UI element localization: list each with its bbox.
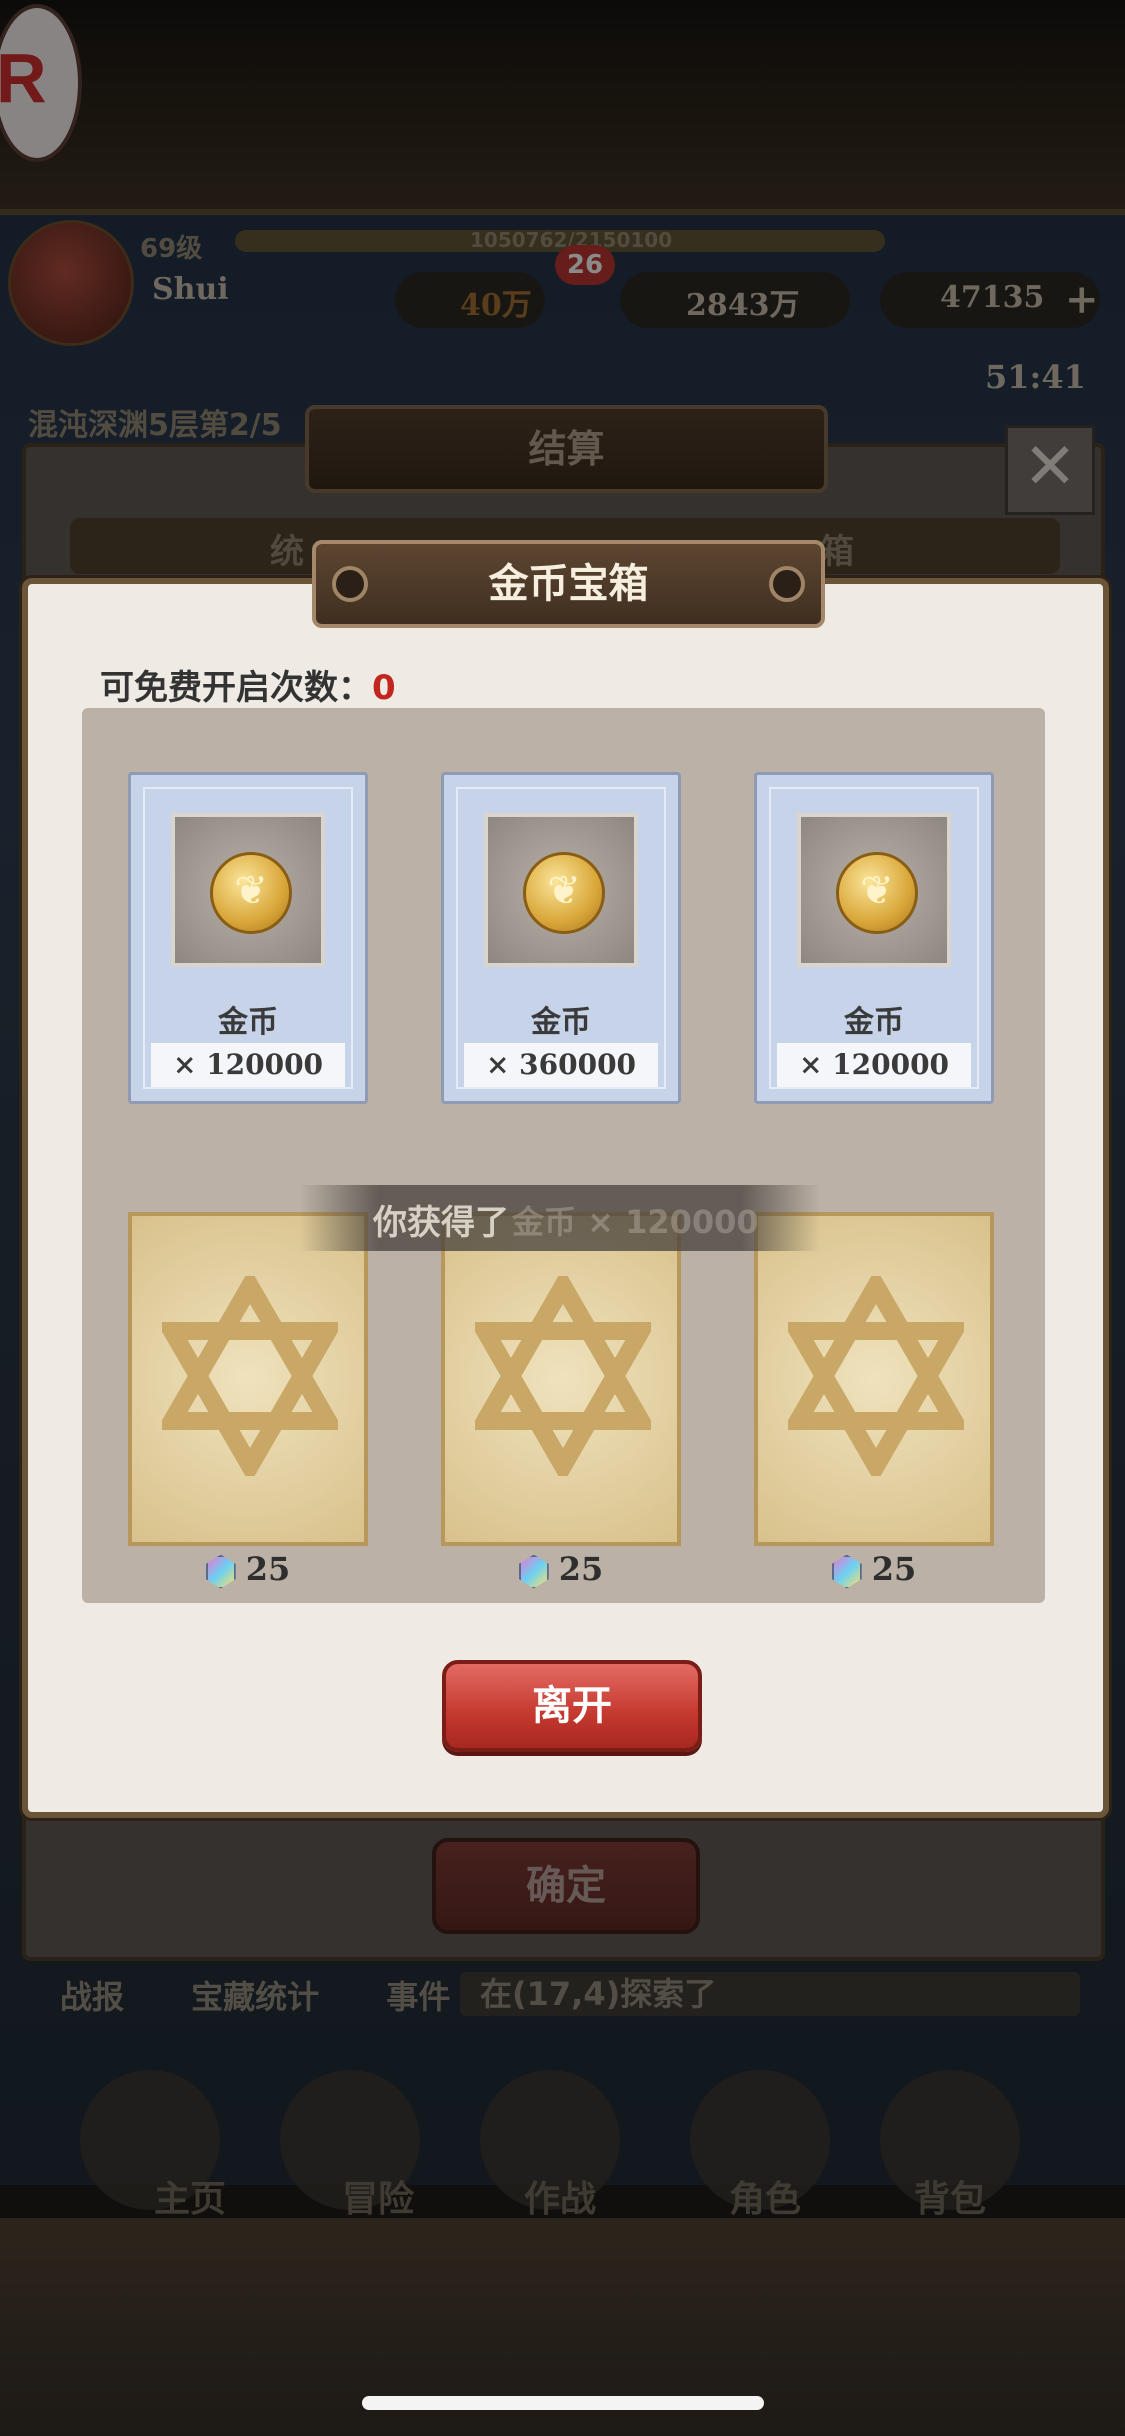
toast-text: 你获得了 xyxy=(373,1203,509,1243)
hexagram-icon xyxy=(162,1276,338,1476)
toast-faded-text: 金币 × 120000 xyxy=(512,1203,759,1241)
reward-card: ❦ 金币 × 120000 xyxy=(754,772,994,1104)
home-indicator[interactable] xyxy=(362,2396,764,2410)
open-price: 25 xyxy=(441,1550,681,1589)
hexagram-icon xyxy=(475,1276,651,1476)
gold-coin-icon: ❦ xyxy=(797,813,951,967)
price-value: 25 xyxy=(558,1550,604,1588)
reward-qty: × 120000 xyxy=(151,1043,345,1087)
free-open-count: 可免费开启次数：0 xyxy=(100,660,396,709)
price-value: 25 xyxy=(245,1550,291,1588)
gold-coin-icon: ❦ xyxy=(171,813,325,967)
open-price: 25 xyxy=(128,1550,368,1589)
reward-qty: × 360000 xyxy=(464,1043,658,1087)
reward-name: 金币 xyxy=(844,1005,904,1040)
unopened-chest-card[interactable] xyxy=(128,1212,368,1546)
dialog-title: 金币宝箱 xyxy=(312,540,825,628)
gold-coin-icon: ❦ xyxy=(484,813,638,967)
bolt-icon xyxy=(769,566,805,602)
reward-card: ❦ 金币 × 360000 xyxy=(441,772,681,1104)
reward-card: ❦ 金币 × 120000 xyxy=(128,772,368,1104)
reward-name: 金币 xyxy=(218,1005,278,1040)
reward-name: 金币 xyxy=(531,1005,591,1040)
leave-button[interactable]: 离开 xyxy=(442,1660,702,1752)
reward-qty: × 120000 xyxy=(777,1043,971,1087)
diamond-gem-icon xyxy=(518,1554,549,1589)
open-price: 25 xyxy=(754,1550,994,1589)
free-open-value: 0 xyxy=(372,668,396,708)
dialog-title-text: 金币宝箱 xyxy=(488,561,649,607)
price-value: 25 xyxy=(871,1550,917,1588)
unopened-chest-card[interactable] xyxy=(754,1212,994,1546)
unopened-chest-card[interactable] xyxy=(441,1212,681,1546)
free-open-label: 可免费开启次数： xyxy=(100,668,372,708)
diamond-gem-icon xyxy=(205,1554,236,1589)
bolt-icon xyxy=(332,566,368,602)
diamond-gem-icon xyxy=(831,1554,862,1589)
hexagram-icon xyxy=(788,1276,964,1476)
